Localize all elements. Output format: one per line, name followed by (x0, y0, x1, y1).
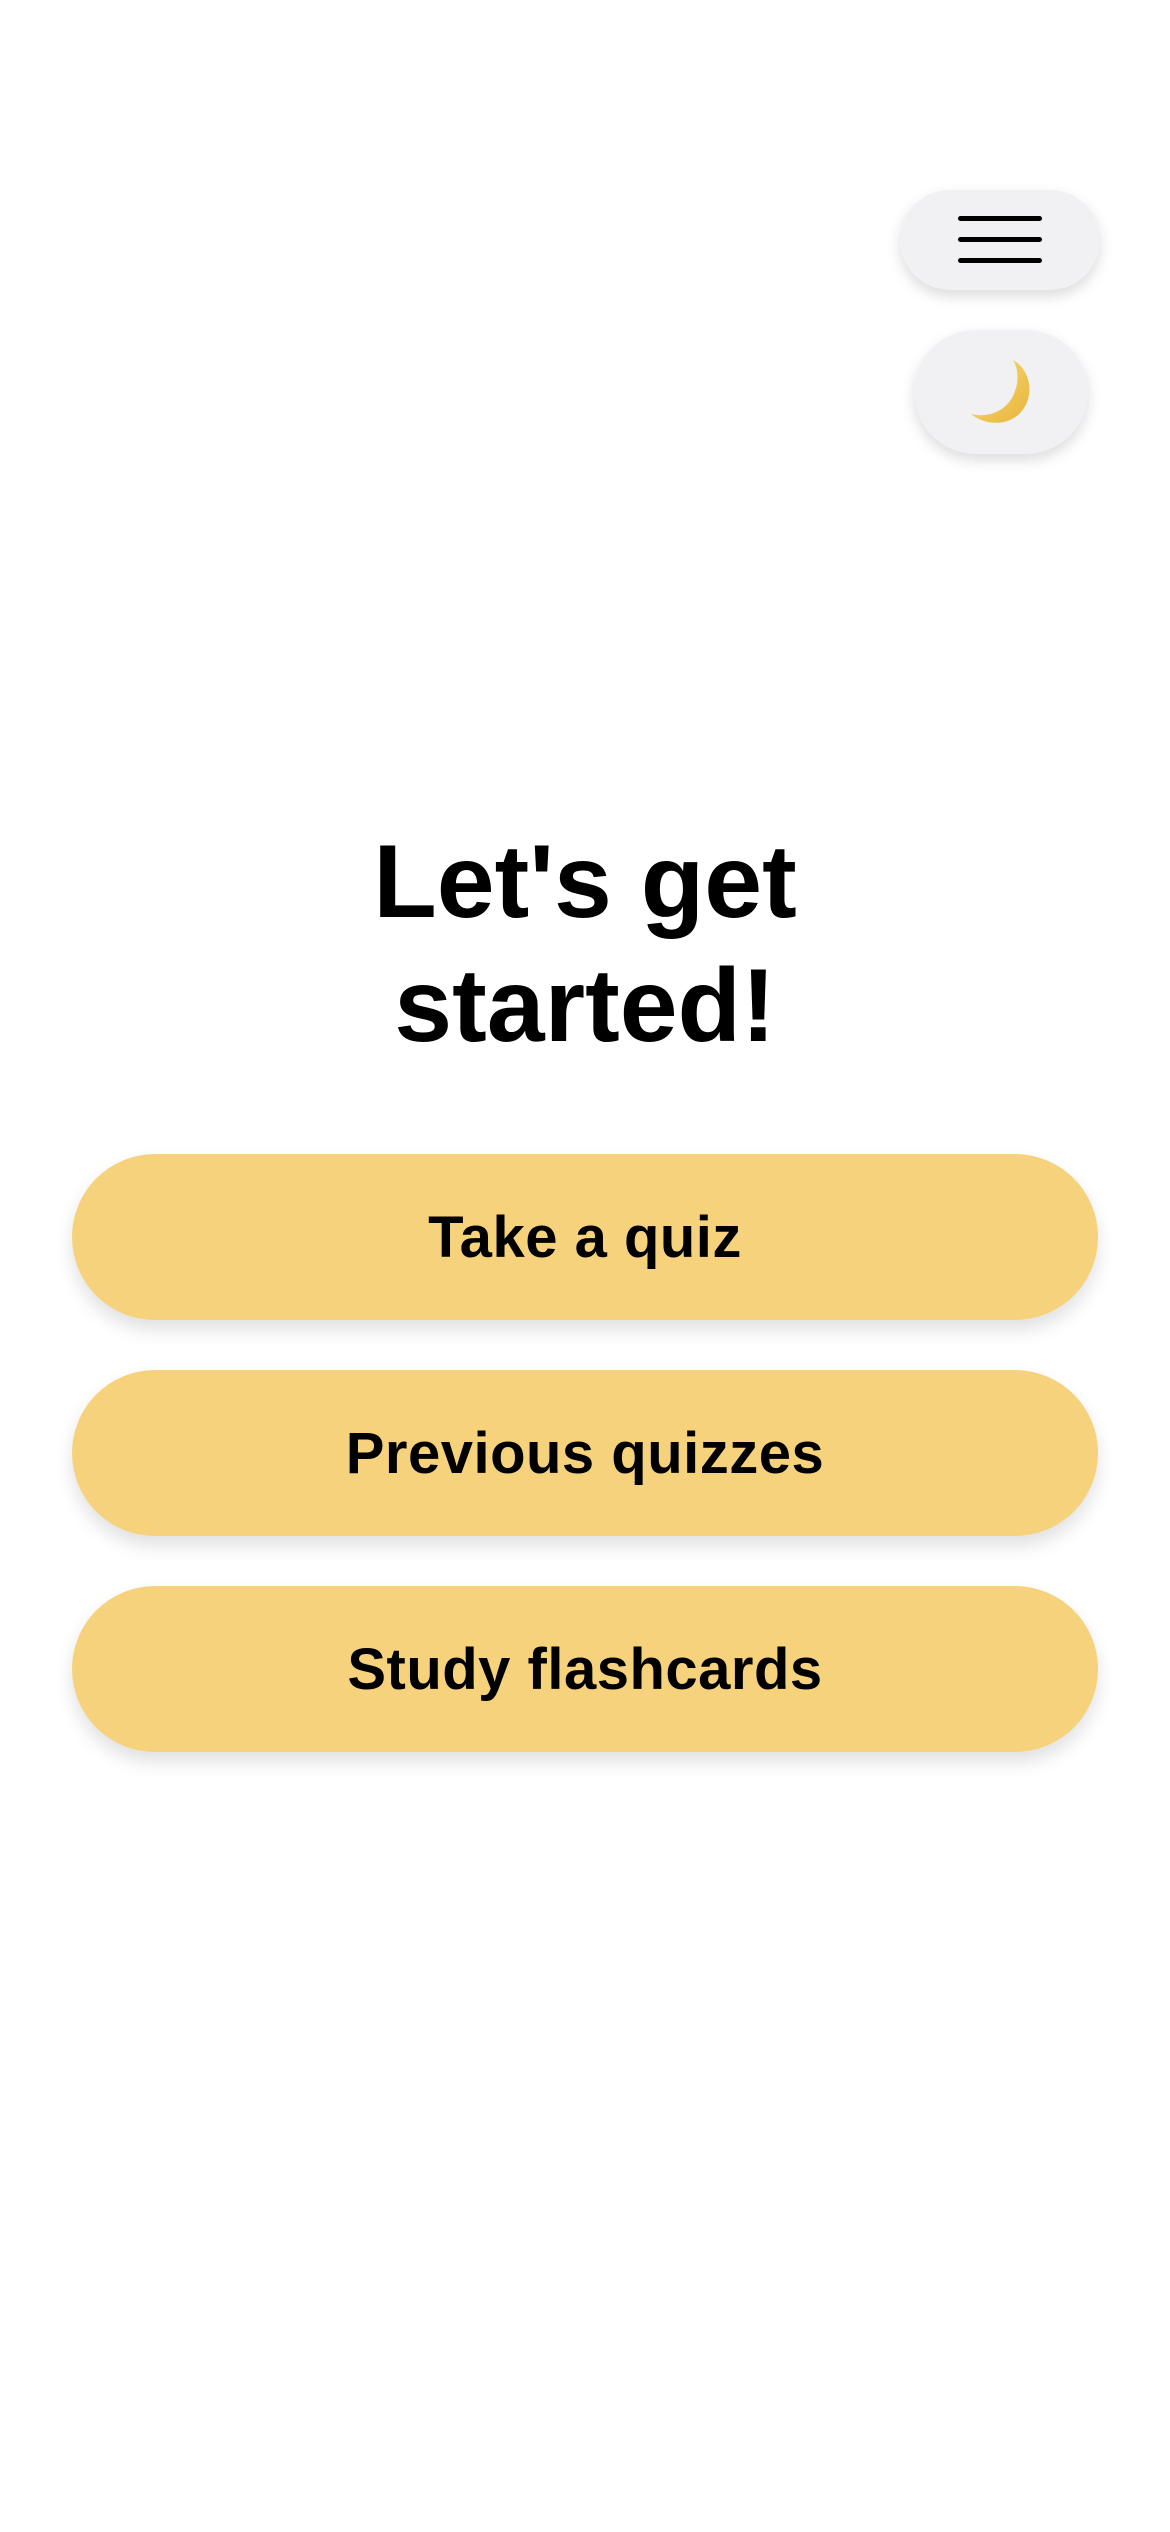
hamburger-menu-icon (958, 216, 1042, 263)
crescent-moon-icon (971, 360, 1030, 423)
take-quiz-button-label: Take a quiz (428, 1204, 742, 1270)
study-flashcards-button[interactable]: Study flashcards (72, 1586, 1098, 1752)
title-line-2: started! (394, 948, 776, 1064)
menu-button[interactable] (900, 190, 1100, 290)
previous-quizzes-button-label: Previous quizzes (345, 1420, 825, 1486)
dark-mode-toggle-button[interactable] (914, 330, 1088, 454)
title-line-1: Let's get (373, 824, 797, 940)
previous-quizzes-button[interactable]: Previous quizzes (72, 1370, 1098, 1536)
study-flashcards-button-label: Study flashcards (347, 1636, 823, 1702)
page-title: Let's get started! (0, 820, 1170, 1068)
take-quiz-button[interactable]: Take a quiz (72, 1154, 1098, 1320)
